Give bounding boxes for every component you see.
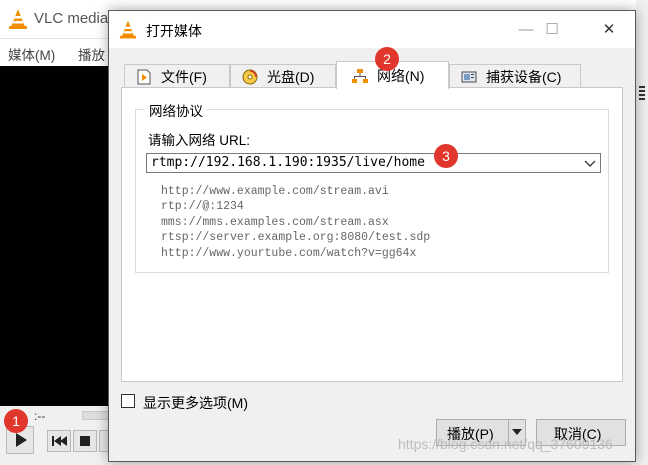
- group-title: 网络协议: [145, 100, 207, 120]
- network-icon: [352, 69, 368, 83]
- dialog-title: 打开媒体: [146, 23, 202, 39]
- vlc-cone-icon: [119, 20, 137, 39]
- tab-file-label: 文件(F): [161, 69, 207, 85]
- close-icon[interactable]: ✕: [586, 11, 632, 48]
- annotation-badge-3: 3: [434, 144, 458, 168]
- menu-playback[interactable]: 播放: [78, 44, 105, 64]
- dialog-titlebar: 打开媒体 — ☐ ✕: [109, 11, 635, 48]
- tab-capture-device-label: 捕获设备(C): [486, 69, 562, 85]
- tab-file[interactable]: 文件(F): [124, 64, 230, 88]
- tab-disc[interactable]: 光盘(D): [230, 64, 336, 88]
- disc-icon: [242, 69, 258, 85]
- tab-capture-device[interactable]: 捕获设备(C): [449, 64, 581, 88]
- url-value[interactable]: rtmp://192.168.1.190:1935/live/home: [151, 155, 425, 170]
- vlc-right-edge: [636, 0, 648, 465]
- maximize-icon[interactable]: ☐: [529, 11, 575, 48]
- watermark: https://blog.csdn.net/qq_37609136: [398, 436, 613, 452]
- network-tab-page: 网络协议 请输入网络 URL: rtmp://192.168.1.190:193…: [121, 87, 623, 382]
- example-url: http://www.yourtube.com/watch?v=gg64x: [161, 246, 417, 260]
- open-media-dialog: 打开媒体 — ☐ ✕ 文件(F) 光盘(D) 网络(N) 捕获设备(C) 网络协…: [108, 10, 636, 462]
- file-play-icon: [137, 69, 151, 85]
- tab-disc-label: 光盘(D): [267, 69, 315, 85]
- network-protocol-group: 网络协议 请输入网络 URL: rtmp://192.168.1.190:193…: [135, 100, 609, 273]
- example-url: http://www.example.com/stream.avi: [161, 185, 389, 198]
- menu-media[interactable]: 媒体(M): [8, 44, 55, 64]
- example-url: rtp://@:1234: [161, 200, 244, 214]
- capture-device-icon: [461, 71, 477, 83]
- volume-grip-icon: [639, 86, 645, 102]
- chevron-down-icon[interactable]: [583, 156, 597, 170]
- annotation-badge-1: 1: [4, 409, 28, 433]
- elapsed-time: :--: [34, 409, 46, 423]
- vlc-cone-icon: [9, 9, 27, 29]
- previous-icon[interactable]: [47, 430, 71, 452]
- dropdown-arrow-icon[interactable]: [512, 429, 522, 435]
- example-url: mms://mms.examples.com/stream.asx: [161, 215, 389, 229]
- url-input[interactable]: rtmp://192.168.1.190:1935/live/home: [146, 153, 601, 173]
- example-url: rtsp://server.example.org:8080/test.sdp: [161, 231, 431, 245]
- vlc-window-title: VLC media: [34, 10, 109, 27]
- stop-icon[interactable]: [73, 430, 97, 452]
- more-options-checkbox[interactable]: [121, 394, 135, 408]
- tab-bar: 文件(F) 光盘(D) 网络(N) 捕获设备(C): [109, 61, 635, 89]
- more-options-label[interactable]: 显示更多选项(M): [143, 393, 248, 413]
- annotation-badge-2: 2: [375, 47, 399, 71]
- url-label: 请输入网络 URL:: [148, 133, 251, 148]
- url-examples: http://www.example.com/stream.avi rtp://…: [161, 184, 430, 261]
